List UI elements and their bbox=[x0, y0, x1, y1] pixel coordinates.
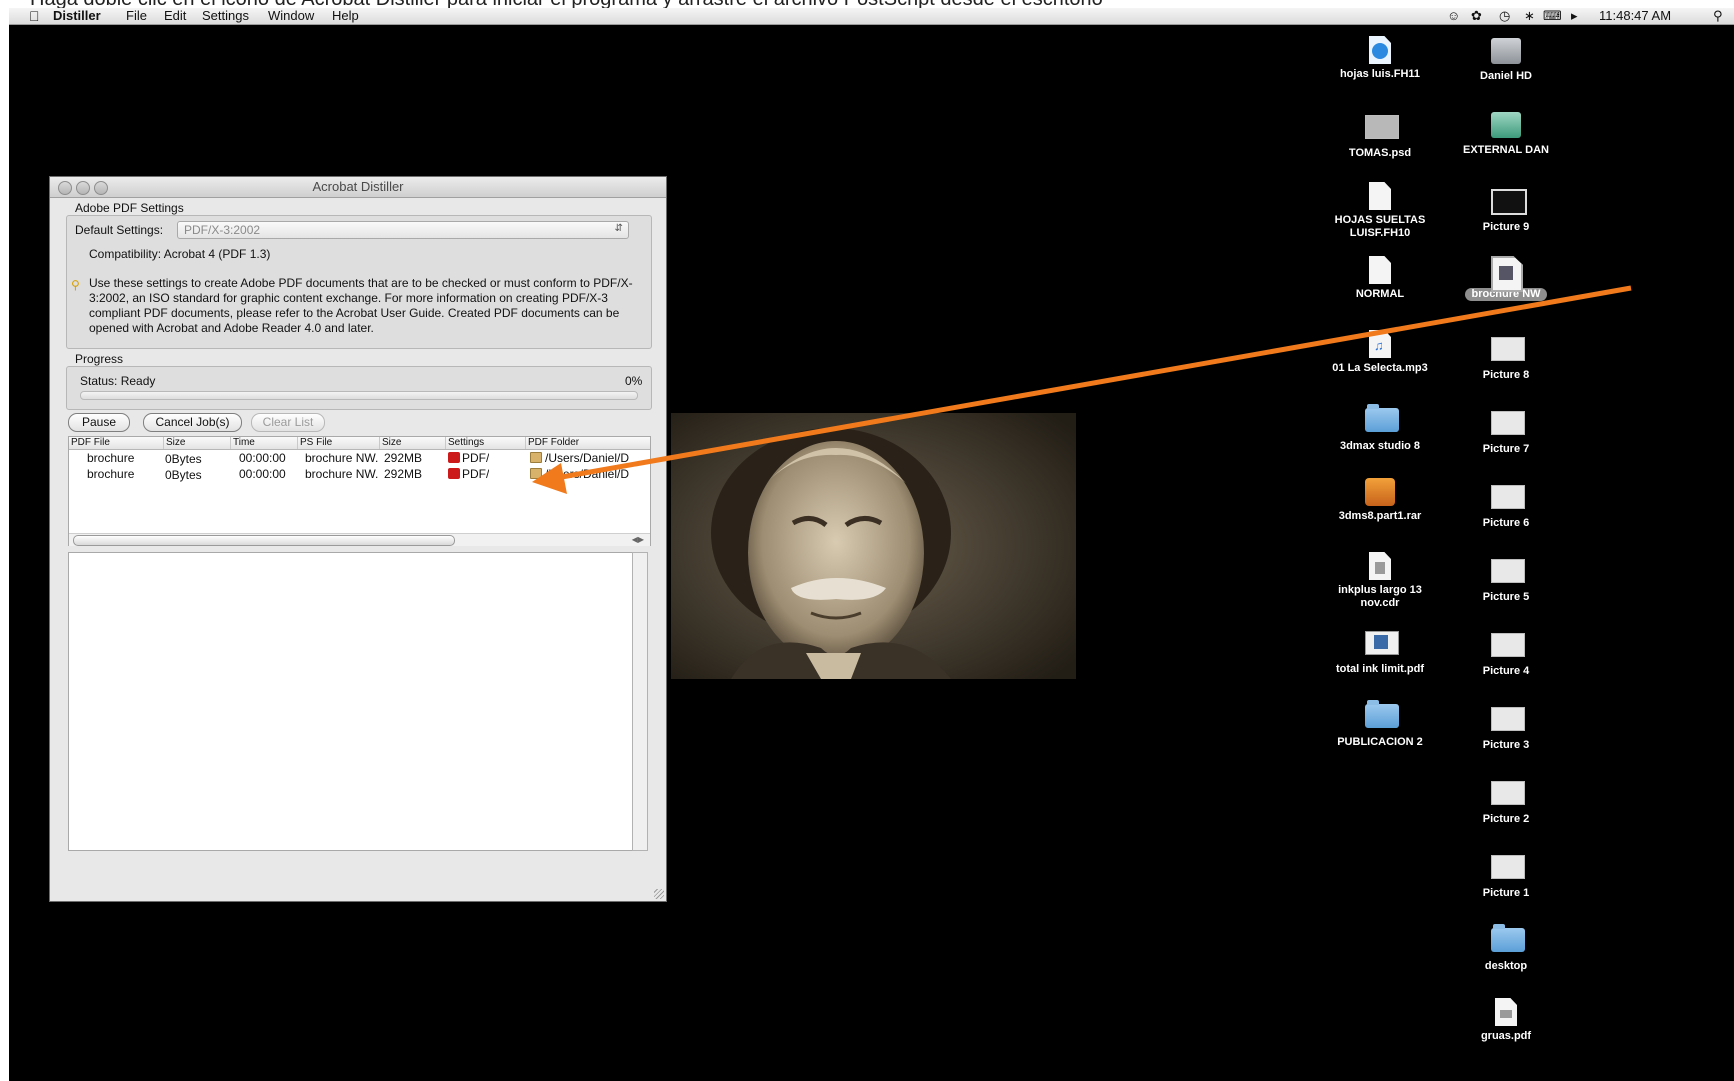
drag-arrow-head bbox=[532, 463, 567, 494]
drag-arrow bbox=[532, 285, 1632, 494]
desktop:  Distiller File Edit Settings Window He… bbox=[9, 8, 1734, 1081]
drag-arrow-line bbox=[555, 285, 1632, 481]
